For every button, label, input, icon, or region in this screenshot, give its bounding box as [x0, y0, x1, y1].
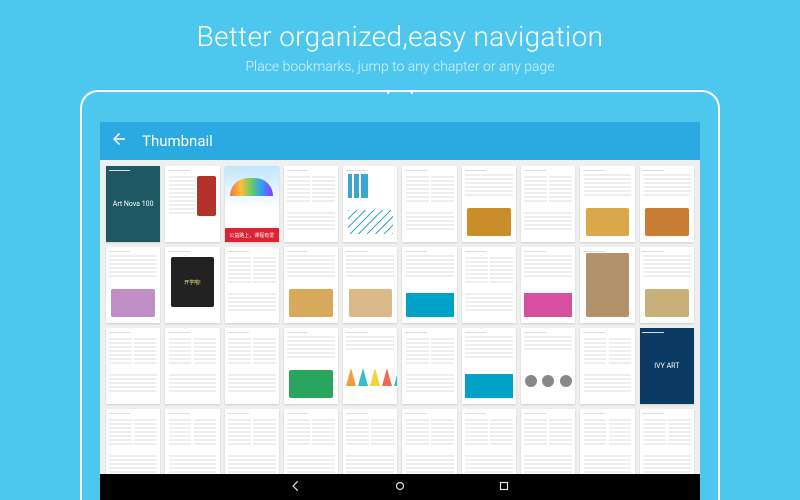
page-thumbnail[interactable] [521, 328, 575, 404]
page-thumbnail[interactable] [521, 409, 575, 474]
page-thumbnail[interactable] [225, 247, 279, 323]
page-thumbnail[interactable]: IVY ART [640, 328, 694, 404]
nav-home-button[interactable] [393, 478, 407, 497]
page-thumbnail[interactable] [580, 328, 634, 404]
page-thumbnail[interactable] [225, 328, 279, 404]
page-thumbnail[interactable] [580, 247, 634, 323]
page-thumbnail[interactable] [462, 409, 516, 474]
page-thumbnail[interactable] [284, 166, 338, 242]
page-thumbnail[interactable] [462, 247, 516, 323]
page-thumbnail[interactable] [640, 409, 694, 474]
page-thumbnail[interactable] [165, 409, 219, 474]
tablet-camera [387, 90, 413, 94]
device-screen: Thumbnail Art Nova 100 公益路上，课程有爱开学啦! IVY A… [100, 122, 700, 500]
page-thumbnail[interactable] [580, 166, 634, 242]
page-thumbnail[interactable] [343, 166, 397, 242]
topbar-title: Thumbnail [142, 132, 213, 150]
page-thumbnail[interactable] [284, 247, 338, 323]
page-thumbnail[interactable] [462, 328, 516, 404]
page-thumbnail[interactable]: Art Nova 100 [106, 166, 160, 242]
page-thumbnail[interactable] [284, 328, 338, 404]
nav-home-icon [393, 479, 407, 493]
tablet-frame: Thumbnail Art Nova 100 公益路上，课程有爱开学啦! IVY A… [80, 90, 720, 500]
page-thumbnail[interactable] [106, 247, 160, 323]
page-thumbnail[interactable] [343, 328, 397, 404]
hero-subhead: Place bookmarks, jump to any chapter or … [0, 59, 800, 75]
page-thumbnail[interactable] [402, 328, 456, 404]
page-thumbnail[interactable] [106, 409, 160, 474]
page-thumbnail[interactable] [165, 328, 219, 404]
page-thumbnail[interactable] [106, 328, 160, 404]
app-topbar: Thumbnail [100, 122, 700, 160]
nav-recents-icon [497, 479, 511, 493]
page-thumbnail[interactable]: 公益路上，课程有爱 [225, 166, 279, 242]
page-thumbnail[interactable] [165, 166, 219, 242]
page-thumbnail[interactable] [580, 409, 634, 474]
page-thumbnail[interactable] [402, 409, 456, 474]
nav-recents-button[interactable] [497, 478, 511, 497]
nav-back-button[interactable] [289, 478, 303, 497]
page-thumbnail[interactable] [640, 247, 694, 323]
android-navbar [100, 474, 700, 500]
nav-back-icon [289, 479, 303, 493]
arrow-left-icon [110, 130, 128, 148]
page-thumbnail[interactable] [462, 166, 516, 242]
page-thumbnail[interactable] [402, 166, 456, 242]
page-thumbnail[interactable] [640, 166, 694, 242]
page-thumbnail[interactable]: 开学啦! [165, 247, 219, 323]
page-thumbnail[interactable] [402, 247, 456, 323]
back-button[interactable] [110, 130, 128, 152]
page-thumbnail[interactable] [225, 409, 279, 474]
page-thumbnail[interactable] [521, 247, 575, 323]
page-thumbnail[interactable] [521, 166, 575, 242]
page-thumbnail[interactable] [343, 409, 397, 474]
page-thumbnail[interactable] [284, 409, 338, 474]
hero-headline: Better organized,easy navigation [0, 0, 800, 53]
thumbnail-grid[interactable]: Art Nova 100 公益路上，课程有爱开学啦! IVY ART [100, 160, 700, 474]
page-thumbnail[interactable] [343, 247, 397, 323]
